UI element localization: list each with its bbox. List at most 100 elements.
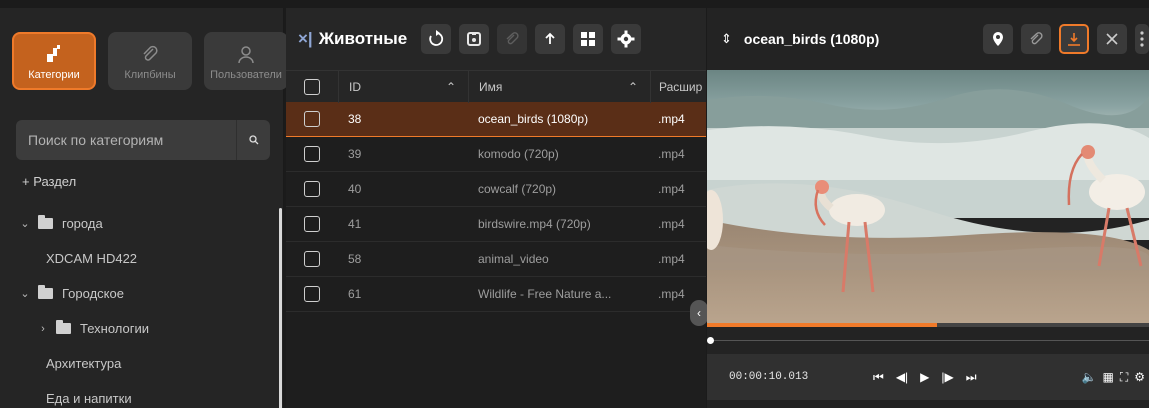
preview-title: ocean_birds (1080p) [743, 31, 880, 47]
row-checkbox-cell [286, 216, 338, 232]
row-checkbox-cell [286, 146, 338, 162]
select-all-checkbox[interactable] [304, 78, 320, 95]
row-checkbox-cell [286, 111, 338, 127]
cell-name: Wildlife - Free Nature a... [478, 287, 612, 301]
cell-name: birdswire.mp4 (720p) [478, 217, 591, 231]
sort-caret-icon[interactable]: ⌃ [446, 80, 456, 94]
cell-ext: .mp4 [658, 112, 685, 126]
close-preview-button[interactable] [1097, 24, 1127, 54]
category-search-input[interactable] [16, 132, 236, 148]
table-row[interactable]: 40 cowcalf (720p) .mp4 [286, 172, 706, 207]
cell-ext: .mp4 [658, 217, 685, 231]
tree-item-arhitektura[interactable]: Архитектура [0, 346, 284, 381]
transport-controls: ⏮ ◀| ▶ |▶ ⏭ [873, 370, 977, 385]
row-checkbox-cell [286, 286, 338, 302]
cell-id: 41 [348, 217, 362, 231]
add-section-button[interactable]: + Раздел [22, 174, 76, 189]
cell-id: 40 [348, 182, 362, 196]
chevron-left-icon: ‹ [697, 306, 701, 320]
cell-name: komodo (720p) [478, 147, 559, 161]
location-button[interactable] [983, 24, 1013, 54]
column-header-name-label: Имя [479, 79, 503, 94]
row-checkbox-cell [286, 181, 338, 197]
cell-ext: .mp4 [658, 147, 685, 161]
upload-button[interactable] [535, 24, 566, 54]
chevron-down-icon[interactable]: ⌄ [18, 287, 32, 300]
player-options: 🔈 ▦ ⛶ ⚙ [1082, 370, 1145, 385]
column-header-id[interactable]: ID ⌃ [338, 70, 468, 103]
sidebar-tabs: Категории Клипбины Пользователи [12, 32, 288, 90]
step-back-icon[interactable]: ◀| [896, 370, 908, 385]
close-panel-icon[interactable]: ×| [298, 29, 313, 49]
gear-icon[interactable]: ⚙ [1134, 370, 1145, 384]
playback-scrubber[interactable] [707, 337, 1149, 344]
column-header-ext[interactable]: Расшир [650, 70, 706, 103]
tree-item-eda[interactable]: Еда и напитки [0, 381, 284, 408]
location-pin-icon [993, 32, 1003, 46]
search-button[interactable] [236, 120, 270, 160]
cell-id: 58 [348, 252, 362, 266]
table-header: ID ⌃ Имя ⌃ Расшир [286, 70, 706, 103]
refresh-icon [429, 30, 444, 46]
tab-clipbins[interactable]: Клипбины [108, 32, 192, 90]
cell-id: 38 [348, 112, 362, 126]
skip-to-start-icon[interactable]: ⏮ [873, 370, 884, 385]
tree-item-label: Технологии [80, 321, 150, 336]
archive-button[interactable] [459, 24, 490, 54]
layout-button[interactable] [573, 24, 604, 54]
tree-item-label: Архитектура [46, 356, 122, 371]
tree-item-goroda[interactable]: ⌄ города [0, 206, 284, 241]
asset-list-header: ×| Животные [286, 8, 706, 70]
buffer-progress-fill [707, 323, 937, 327]
cell-id: 39 [348, 147, 362, 161]
expand-updown-icon[interactable]: ⇕ [721, 31, 732, 47]
play-icon[interactable]: ▶ [920, 370, 929, 385]
refresh-button[interactable] [421, 24, 452, 54]
sort-caret-icon[interactable]: ⌃ [628, 80, 638, 94]
category-search [16, 120, 270, 160]
table-row[interactable]: 61 Wildlife - Free Nature a... .mp4 [286, 277, 706, 312]
row-checkbox[interactable] [304, 286, 320, 302]
film-strip-icon[interactable]: ▦ [1102, 370, 1113, 384]
tab-users-label: Пользователи [210, 69, 282, 81]
row-checkbox[interactable] [304, 251, 320, 267]
video-frame[interactable] [707, 70, 1149, 323]
row-checkbox[interactable] [304, 181, 320, 197]
close-icon [1106, 33, 1118, 45]
paperclip-icon [140, 41, 160, 67]
chevron-down-icon[interactable]: ⌄ [18, 217, 32, 230]
volume-icon[interactable]: 🔈 [1082, 370, 1097, 384]
download-button[interactable] [1059, 24, 1089, 54]
tab-categories[interactable]: Категории [12, 32, 96, 90]
table-row[interactable]: 38 ocean_birds (1080p) .mp4 [286, 102, 706, 137]
table-row[interactable]: 41 birdswire.mp4 (720p) .mp4 [286, 207, 706, 242]
attach-clip-button[interactable] [1021, 24, 1051, 54]
scrubber-handle[interactable] [707, 337, 714, 344]
table-row[interactable]: 39 komodo (720p) .mp4 [286, 137, 706, 172]
skip-to-end-icon[interactable]: ⏭ [966, 370, 977, 385]
table-row[interactable]: 58 animal_video .mp4 [286, 242, 706, 277]
collapse-panel-handle[interactable]: ‹ [690, 300, 708, 326]
tree-item-xdcam[interactable]: XDCAM HD422 [0, 241, 284, 276]
row-checkbox-cell [286, 251, 338, 267]
timecode-display: 00:00:10.013 [729, 371, 809, 383]
fullscreen-icon[interactable]: ⛶ [1120, 370, 1128, 385]
row-checkbox[interactable] [304, 111, 320, 127]
chevron-right-icon[interactable]: › [36, 323, 50, 335]
row-checkbox[interactable] [304, 216, 320, 232]
sidebar-scrollbar[interactable] [279, 208, 282, 408]
box-icon [467, 32, 482, 46]
tab-users[interactable]: Пользователи [204, 32, 288, 90]
column-header-name[interactable]: Имя ⌃ [468, 70, 650, 103]
row-checkbox[interactable] [304, 146, 320, 162]
tree-item-tehnologii[interactable]: › Технологии [0, 311, 284, 346]
paperclip-icon [506, 32, 519, 45]
tree-item-gorodskoe[interactable]: ⌄ Городское [0, 276, 284, 311]
more-menu-button[interactable] [1135, 24, 1149, 54]
grid-layout-icon [581, 32, 596, 46]
search-icon [248, 135, 258, 145]
settings-button[interactable] [611, 24, 642, 54]
attach-button[interactable] [497, 24, 528, 54]
app-window: Категории Клипбины Пользователи + Раздел [0, 0, 1149, 408]
step-forward-icon[interactable]: |▶ [941, 370, 953, 385]
